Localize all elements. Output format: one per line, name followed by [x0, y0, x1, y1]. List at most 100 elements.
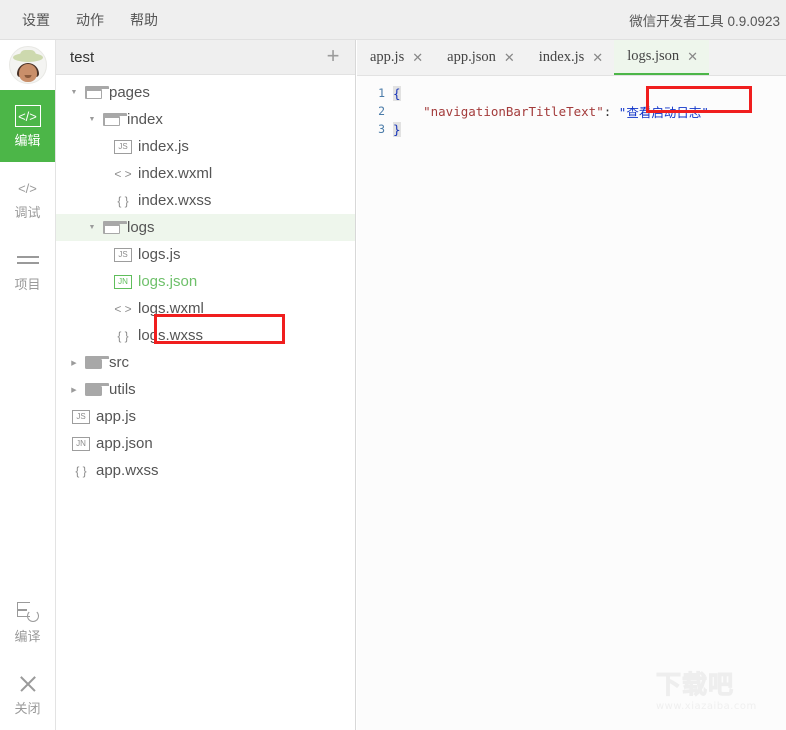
editor-panel: app.js ✕ app.json ✕ index.js ✕ logs.json…	[357, 40, 786, 730]
menu-actions[interactable]: 动作	[76, 13, 104, 27]
menu-settings[interactable]: 设置	[22, 13, 50, 27]
tree-node-index-wxss[interactable]: { } index.wxss	[56, 187, 355, 214]
app-window: 设置 动作 帮助 微信开发者工具 0.9.0923 </> 编辑 </> 调试	[0, 0, 786, 730]
chevron-down-icon[interactable]	[86, 222, 98, 234]
code-json-value: "查看启动日志"	[619, 102, 709, 121]
tree-node-label: logs	[127, 220, 155, 235]
tree-node-pages[interactable]: pages	[56, 79, 355, 106]
menu-help[interactable]: 帮助	[130, 13, 158, 27]
code-indent	[393, 104, 423, 119]
rail-item-compile-label: 编译	[14, 630, 40, 643]
rail-item-close[interactable]: 关闭	[0, 658, 55, 730]
tab-app-json[interactable]: app.json ✕	[434, 40, 526, 75]
chevron-right-icon[interactable]	[68, 357, 80, 369]
tree-node-label: index	[127, 112, 163, 127]
hamburger-icon	[15, 249, 41, 271]
user-avatar[interactable]	[9, 46, 47, 84]
editor-tab-bar: app.js ✕ app.json ✕ index.js ✕ logs.json…	[357, 40, 786, 76]
wxss-file-icon: { }	[114, 194, 132, 208]
js-file-icon: JS	[114, 140, 132, 154]
tree-node-src[interactable]: src	[56, 349, 355, 376]
tab-label: app.js	[370, 49, 404, 66]
tree-node-label: index.js	[138, 139, 189, 154]
code-open-brace: {	[393, 86, 401, 101]
js-file-icon: JS	[114, 248, 132, 262]
tree-node-label: index.wxml	[138, 166, 212, 181]
tree-node-index-js[interactable]: JS index.js	[56, 133, 355, 160]
line-number: 3	[357, 122, 393, 136]
tree-node-logs-wxss[interactable]: { } logs.wxss	[56, 322, 355, 349]
rail-item-close-label: 关闭	[14, 702, 40, 715]
angle-brackets-icon: </>	[15, 177, 41, 199]
tree-node-label: app.wxss	[96, 463, 159, 478]
rail-item-edit[interactable]: </> 编辑	[0, 90, 55, 162]
tab-app-js[interactable]: app.js ✕	[357, 40, 434, 75]
avatar-container[interactable]	[0, 40, 55, 90]
tree-node-app-js[interactable]: JS app.js	[56, 403, 355, 430]
tree-node-label: app.js	[96, 409, 136, 424]
avatar-face	[19, 64, 37, 82]
code-colon: :	[604, 104, 619, 119]
tree-node-app-wxss[interactable]: { } app.wxss	[56, 457, 355, 484]
compile-refresh-icon	[15, 601, 41, 623]
close-icon[interactable]: ✕	[504, 51, 515, 64]
title-bar: 设置 动作 帮助 微信开发者工具 0.9.0923	[0, 0, 786, 40]
rail-bottom-group: 编译 关闭	[0, 586, 55, 730]
close-icon[interactable]: ✕	[412, 51, 423, 64]
chevron-right-icon[interactable]	[68, 384, 80, 396]
file-tree-panel: test + pages index JS index.js < > index…	[56, 40, 356, 730]
code-line-2: 2 "navigationBarTitleText" : "查看启动日志"	[357, 102, 786, 120]
tree-node-index-folder[interactable]: index	[56, 106, 355, 133]
menu-bar: 设置 动作 帮助	[22, 0, 158, 40]
tree-node-app-json[interactable]: JN app.json	[56, 430, 355, 457]
wxml-file-icon: < >	[114, 167, 132, 181]
js-file-icon: JS	[72, 410, 90, 424]
tree-node-label: logs.js	[138, 247, 181, 262]
json-file-icon: JN	[72, 437, 90, 451]
close-x-icon	[15, 673, 41, 695]
tree-node-label: logs.json	[138, 274, 197, 289]
file-tree-header: test +	[56, 40, 355, 75]
line-number: 1	[357, 86, 393, 100]
close-icon[interactable]: ✕	[592, 51, 603, 64]
tree-node-index-wxml[interactable]: < > index.wxml	[56, 160, 355, 187]
project-name: test	[70, 49, 94, 66]
tree-node-label: src	[109, 355, 129, 370]
code-area[interactable]: 1 { 2 "navigationBarTitleText" : "查看启动日志…	[357, 76, 786, 730]
rail-item-compile[interactable]: 编译	[0, 586, 55, 658]
tab-index-js[interactable]: index.js ✕	[526, 40, 614, 75]
rail-item-debug-label: 调试	[14, 206, 40, 219]
tab-label: app.json	[447, 49, 496, 66]
code-line-1: 1 {	[357, 84, 786, 102]
chevron-down-icon[interactable]	[86, 114, 98, 126]
line-number: 2	[357, 104, 393, 118]
tree-node-logs-js[interactable]: JS logs.js	[56, 241, 355, 268]
app-title: 微信开发者工具 0.9.0923	[629, 0, 780, 40]
folder-closed-icon	[85, 356, 102, 369]
tree-node-logs-json[interactable]: JN logs.json	[56, 268, 355, 295]
tree-node-utils[interactable]: utils	[56, 376, 355, 403]
code-line-3: 3 }	[357, 120, 786, 138]
tree-node-logs-wxml[interactable]: < > logs.wxml	[56, 295, 355, 322]
folder-open-icon	[103, 221, 120, 234]
close-icon[interactable]: ✕	[687, 50, 698, 63]
code-icon: </>	[15, 105, 41, 127]
wxss-file-icon: { }	[72, 464, 90, 478]
rail-item-project[interactable]: 项目	[0, 234, 55, 306]
wxss-file-icon: { }	[114, 329, 132, 343]
tree-node-label: pages	[109, 85, 150, 100]
folder-open-icon	[85, 86, 102, 99]
rail-item-debug[interactable]: </> 调试	[0, 162, 55, 234]
tab-label: logs.json	[627, 48, 679, 65]
tree-node-label: logs.wxml	[138, 301, 204, 316]
left-icon-rail: </> 编辑 </> 调试 项目 编译	[0, 40, 56, 730]
code-json-key: "navigationBarTitleText"	[423, 104, 604, 119]
add-file-button[interactable]: +	[323, 47, 343, 67]
code-close-brace: }	[393, 122, 401, 137]
tree-node-label: utils	[109, 382, 136, 397]
wxml-file-icon: < >	[114, 302, 132, 316]
json-file-icon: JN	[114, 275, 132, 289]
tab-logs-json[interactable]: logs.json ✕	[614, 40, 709, 75]
chevron-down-icon[interactable]	[68, 87, 80, 99]
tree-node-logs-folder[interactable]: logs	[56, 214, 355, 241]
